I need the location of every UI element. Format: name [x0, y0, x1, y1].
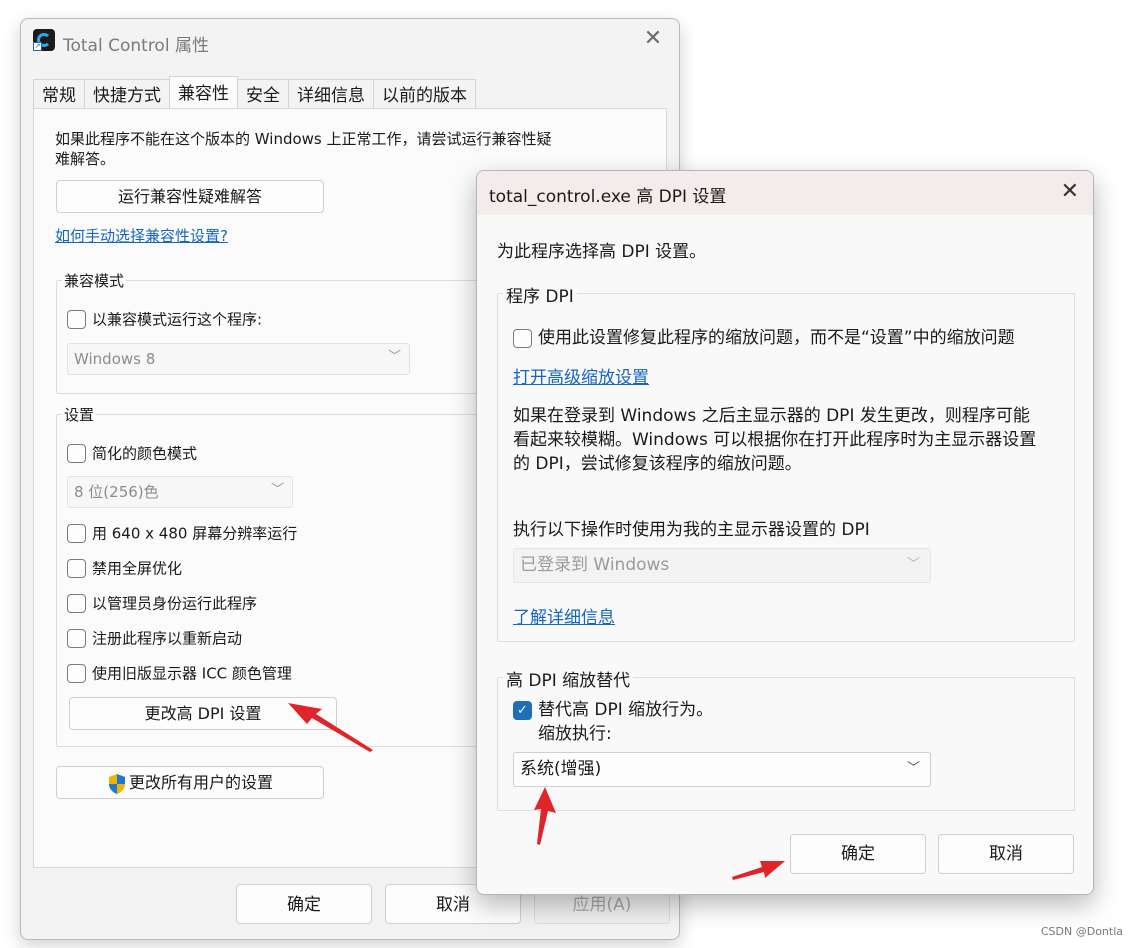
tab-shortcut[interactable]: 快捷方式	[84, 79, 170, 109]
color-depth-select[interactable]: 8 位(256)色 ﹀	[67, 476, 293, 508]
window-title: Total Control 属性	[63, 36, 209, 56]
all-users-label: 更改所有用户的设置	[128, 773, 273, 792]
scaling-mode-value: 系统(增强)	[520, 759, 602, 779]
use-dpi-label: 执行以下操作时使用为我的主显示器设置的 DPI	[513, 520, 870, 540]
register-restart-checkbox[interactable]	[67, 629, 86, 648]
learn-more-link[interactable]: 了解详细信息	[513, 603, 615, 628]
title-bar: ↗ Total Control 属性 ✕	[21, 19, 679, 65]
dpi-description-line-2: 看起来较模糊。Windows 可以根据你在打开此程序时为主显示器设置	[513, 430, 1037, 450]
compat-mode-row[interactable]: 以兼容模式运行这个程序:	[67, 308, 262, 330]
scaling-performed-label: 缩放执行:	[538, 724, 612, 744]
dpi-cancel-button[interactable]: 取消	[938, 834, 1074, 874]
program-dpi-checkbox-label: 使用此设置修复此程序的缩放问题，而不是“设置”中的缩放问题	[538, 328, 1015, 348]
legacy-icc-checkbox[interactable]	[67, 664, 86, 683]
chevron-down-icon: ﹀	[387, 349, 401, 365]
disable-fullscreen-row[interactable]: 禁用全屏优化	[67, 557, 182, 579]
compat-mode-checkbox[interactable]	[67, 310, 86, 329]
res-640-label: 用 640 x 480 屏幕分辨率运行	[92, 524, 298, 543]
use-dpi-value: 已登录到 Windows	[520, 555, 670, 575]
use-dpi-select[interactable]: 已登录到 Windows ﹀	[513, 548, 931, 583]
dpi-description-line-1: 如果在登录到 Windows 之后主显示器的 DPI 发生更改，则程序可能	[513, 406, 1030, 426]
program-dpi-row[interactable]: 使用此设置修复此程序的缩放问题，而不是“设置”中的缩放问题	[513, 327, 1015, 349]
troubleshoot-button[interactable]: 运行兼容性疑难解答	[56, 180, 324, 213]
chevron-down-icon: ﹀	[906, 556, 920, 572]
dpi-ok-button[interactable]: 确定	[790, 834, 926, 874]
compat-mode-checkbox-label: 以兼容模式运行这个程序:	[92, 310, 263, 329]
disable-fullscreen-label: 禁用全屏优化	[92, 559, 183, 578]
high-dpi-dialog: total_control.exe 高 DPI 设置 ✕ 为此程序选择高 DPI…	[476, 170, 1094, 895]
program-dpi-checkbox[interactable]	[513, 328, 532, 348]
tab-compatibility[interactable]: 兼容性	[169, 76, 238, 109]
legacy-icc-row[interactable]: 使用旧版显示器 ICC 颜色管理	[67, 662, 292, 684]
dpi-override-label: 高 DPI 缩放替代	[503, 666, 634, 691]
chevron-down-icon: ﹀	[906, 760, 920, 776]
reduced-color-label: 简化的颜色模式	[92, 444, 198, 463]
tab-strip: 常规 快捷方式 兼容性 安全 详细信息 以前的版本	[33, 76, 476, 109]
reduced-color-row[interactable]: 简化的颜色模式	[67, 442, 197, 464]
compat-os-value: Windows 8	[74, 350, 156, 368]
chevron-down-icon: ﹀	[270, 482, 284, 498]
legacy-icc-label: 使用旧版显示器 ICC 颜色管理	[92, 664, 292, 683]
scaling-mode-select[interactable]: 系统(增强) ﹀	[513, 752, 931, 787]
dpi-description-line-3: 的 DPI，尝试修复该程序的缩放问题。	[513, 454, 802, 474]
run-as-admin-row[interactable]: 以管理员身份运行此程序	[67, 592, 257, 614]
run-as-admin-label: 以管理员身份运行此程序	[92, 594, 258, 613]
dpi-override-row[interactable]: ✓ 替代高 DPI 缩放行为。	[513, 699, 713, 721]
tab-details[interactable]: 详细信息	[288, 79, 374, 109]
change-dpi-button[interactable]: 更改高 DPI 设置	[69, 697, 337, 730]
watermark: CSDN @Dontla	[1040, 925, 1123, 938]
dpi-override-checkbox-label: 替代高 DPI 缩放行为。	[538, 700, 714, 720]
dpi-dialog-title: total_control.exe 高 DPI 设置	[489, 187, 727, 207]
tab-previous-versions[interactable]: 以前的版本	[373, 79, 476, 109]
disable-fullscreen-checkbox[interactable]	[67, 559, 86, 578]
close-icon[interactable]: ✕	[1061, 179, 1079, 205]
shield-icon	[108, 773, 125, 794]
register-restart-row[interactable]: 注册此程序以重新启动	[67, 627, 242, 649]
dpi-intro: 为此程序选择高 DPI 设置。	[497, 242, 707, 262]
reduced-color-checkbox[interactable]	[67, 444, 86, 463]
compat-os-select[interactable]: Windows 8 ﹀	[67, 343, 410, 375]
compat-mode-label: 兼容模式	[62, 270, 127, 291]
close-icon[interactable]: ✕	[641, 27, 665, 51]
dpi-title-bar: total_control.exe 高 DPI 设置 ✕	[477, 171, 1093, 215]
ok-button[interactable]: 确定	[236, 884, 372, 924]
res-640-row[interactable]: 用 640 x 480 屏幕分辨率运行	[67, 522, 297, 544]
dpi-body: 为此程序选择高 DPI 设置。 程序 DPI 使用此设置修复此程序的缩放问题，而…	[477, 215, 1093, 894]
intro-text: 如果此程序不能在这个版本的 Windows 上正常工作，请尝试运行兼容性疑难解答…	[55, 130, 552, 168]
register-restart-label: 注册此程序以重新启动	[92, 629, 243, 648]
tab-security[interactable]: 安全	[237, 79, 289, 109]
settings-label: 设置	[62, 404, 97, 425]
color-depth-value: 8 位(256)色	[74, 483, 159, 501]
run-as-admin-checkbox[interactable]	[67, 594, 86, 613]
res-640-checkbox[interactable]	[67, 524, 86, 543]
program-dpi-label: 程序 DPI	[503, 282, 577, 307]
tab-general[interactable]: 常规	[33, 79, 85, 109]
check-icon[interactable]: ✓	[513, 700, 532, 720]
advanced-scaling-link[interactable]: 打开高级缩放设置	[513, 363, 649, 388]
all-users-button[interactable]: 更改所有用户的设置	[56, 766, 324, 799]
app-icon: ↗	[33, 29, 55, 51]
manual-settings-link[interactable]: 如何手动选择兼容性设置?	[55, 225, 228, 246]
